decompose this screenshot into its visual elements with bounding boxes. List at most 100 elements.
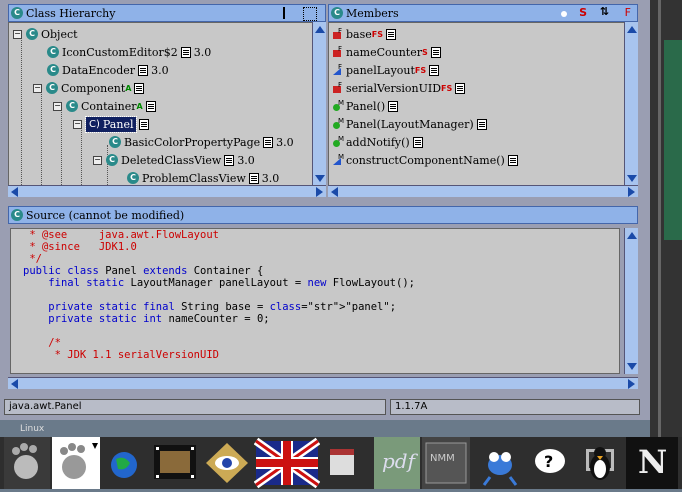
class-hierarchy-title: Class Hierarchy [26, 6, 116, 20]
tree-item-version: 3.0 [276, 135, 294, 149]
static-filter-button[interactable]: S [579, 6, 587, 19]
source-vertical-scrollbar[interactable] [624, 228, 638, 374]
member-serialversionuid[interactable]: F serialVersionUID FS [333, 79, 466, 97]
source-code-view[interactable]: * @see java.awt.FlowLayout * @since JDK1… [10, 228, 620, 374]
scroll-up-arrow-icon[interactable] [627, 232, 637, 239]
tree-item-label: BasicColorPropertyPage [124, 135, 261, 149]
member-label: constructComponentName() [346, 153, 505, 167]
member-label: addNotify() [346, 135, 410, 149]
scroll-down-arrow-icon[interactable] [315, 175, 325, 182]
tree-item-dataencoder[interactable]: C DataEncoder 3.0 [47, 61, 169, 79]
gnome-foot-icon[interactable] [4, 437, 50, 489]
tree-item-label: DataEncoder [62, 63, 136, 77]
status-class-name: java.awt.Panel [4, 399, 386, 415]
tree-item-component[interactable]: − C Component A [33, 79, 145, 97]
scroll-down-arrow-icon[interactable] [627, 175, 637, 182]
members-list[interactable]: F base FS F nameCounter S F panelLayout … [328, 22, 638, 197]
method-public-icon: M [333, 99, 344, 111]
penguin-icon[interactable] [580, 437, 620, 489]
member-panel-constructor[interactable]: M Panel() [333, 97, 399, 115]
method-public-icon: M [333, 117, 344, 129]
class-icon: C [127, 172, 139, 184]
abstract-badge: A [136, 101, 143, 111]
calendar-icon[interactable] [322, 437, 362, 489]
document-icon [145, 100, 156, 112]
method-public-icon: M [333, 135, 344, 147]
scroll-up-arrow-icon[interactable] [627, 26, 637, 33]
tree-item-iconcustomeditor[interactable]: C IconCustomEditor$2 3.0 [47, 43, 211, 61]
member-panel-layoutmanager-constructor[interactable]: M Panel(LayoutManager) [333, 115, 487, 133]
scroll-up-arrow-icon[interactable] [315, 26, 325, 33]
netscape-icon[interactable]: N [626, 437, 678, 489]
class-icon: C [46, 82, 58, 94]
collapse-toggle-icon[interactable]: − [53, 101, 62, 111]
class-icon: C [47, 46, 59, 58]
tree-item-object[interactable]: − C Object [13, 25, 78, 43]
members-vertical-scrollbar[interactable] [624, 22, 638, 186]
tree-item-basiccolorpropertypage[interactable]: C BasicColorPropertyPage 3.0 [109, 133, 294, 151]
member-constructcomponentname[interactable]: M constructComponentName() [333, 151, 518, 169]
tree-expand-icon[interactable] [303, 7, 317, 21]
member-label: Panel(LayoutManager) [346, 117, 474, 131]
collapse-toggle-icon[interactable]: − [33, 83, 42, 93]
scroll-down-arrow-icon[interactable] [627, 363, 637, 370]
document-icon [134, 82, 145, 94]
tree-item-version: 3.0 [261, 171, 280, 185]
globe-icon[interactable] [104, 437, 146, 489]
modifier-badge: FS [371, 29, 383, 39]
document-icon [386, 28, 396, 40]
film-icon[interactable] [150, 437, 200, 489]
tree-item-panel-selected[interactable]: − C) Panel [73, 115, 150, 133]
tree-item-label: Container [81, 99, 137, 113]
scroll-left-arrow-icon[interactable] [11, 379, 18, 389]
tree-item-deletedclassview[interactable]: − C DeletedClassView 3.0 [93, 151, 255, 169]
modifier-badge: FS [414, 65, 427, 75]
members-horizontal-scrollbar[interactable] [328, 185, 638, 197]
document-icon [430, 46, 441, 58]
question-icon[interactable]: ? [530, 437, 570, 489]
collapse-toggle-icon[interactable]: − [93, 155, 102, 165]
hierarchy-vertical-scrollbar[interactable] [312, 22, 326, 186]
class-hierarchy-tree[interactable]: − C Object C IconCustomEditor$2 3.0 C Da… [8, 22, 326, 197]
scroll-left-arrow-icon[interactable] [11, 187, 18, 197]
scroll-left-arrow-icon[interactable] [331, 187, 338, 197]
member-base[interactable]: F base FS [333, 25, 396, 43]
document-icon [263, 136, 274, 148]
final-filter-button[interactable]: F [625, 6, 631, 19]
member-namecounter[interactable]: F nameCounter S [333, 43, 441, 61]
nmm-system-icon[interactable]: NMM [422, 437, 470, 489]
modifier-badge: FS [441, 83, 453, 93]
tree-item-label: DeletedClassView [121, 153, 222, 167]
pdf-icon[interactable]: pdf [374, 437, 420, 489]
gnome-help-foot-icon[interactable] [52, 437, 100, 489]
hierarchy-horizontal-scrollbar[interactable] [8, 185, 326, 197]
tree-item-container[interactable]: − C Container A [53, 97, 156, 115]
ant-icon[interactable] [476, 437, 524, 489]
field-private-icon: F [333, 81, 343, 93]
document-icon [139, 118, 150, 130]
scroll-right-arrow-icon[interactable] [316, 187, 323, 197]
tree-item-label: Component [61, 81, 126, 95]
pdf-label: pdf [382, 449, 416, 473]
class-icon: C [109, 136, 121, 148]
source-horizontal-scrollbar[interactable] [8, 377, 638, 389]
status-version: 1.1.7A [390, 399, 640, 415]
taskbar-linux-label: Linux [20, 424, 45, 434]
member-addnotify[interactable]: M addNotify() [333, 133, 423, 151]
scroll-right-arrow-icon[interactable] [628, 379, 635, 389]
member-panellayout[interactable]: F panelLayout FS [333, 61, 440, 79]
member-label: panelLayout [346, 63, 415, 77]
document-icon [412, 136, 423, 148]
sort-icon[interactable]: ⇅ [600, 5, 609, 18]
svg-text:NMM: NMM [430, 453, 455, 464]
scroll-right-arrow-icon[interactable] [628, 187, 635, 197]
tree-item-label: Panel [102, 117, 134, 131]
member-label: base [346, 27, 372, 41]
eye-icon[interactable] [202, 437, 252, 489]
collapse-toggle-icon[interactable]: − [73, 119, 82, 129]
tree-view-icon[interactable] [283, 7, 297, 19]
uk-flag-icon[interactable] [253, 437, 321, 489]
dot-icon[interactable] [561, 11, 567, 17]
class-icon: C [331, 7, 343, 19]
collapse-toggle-icon[interactable]: − [13, 29, 22, 39]
